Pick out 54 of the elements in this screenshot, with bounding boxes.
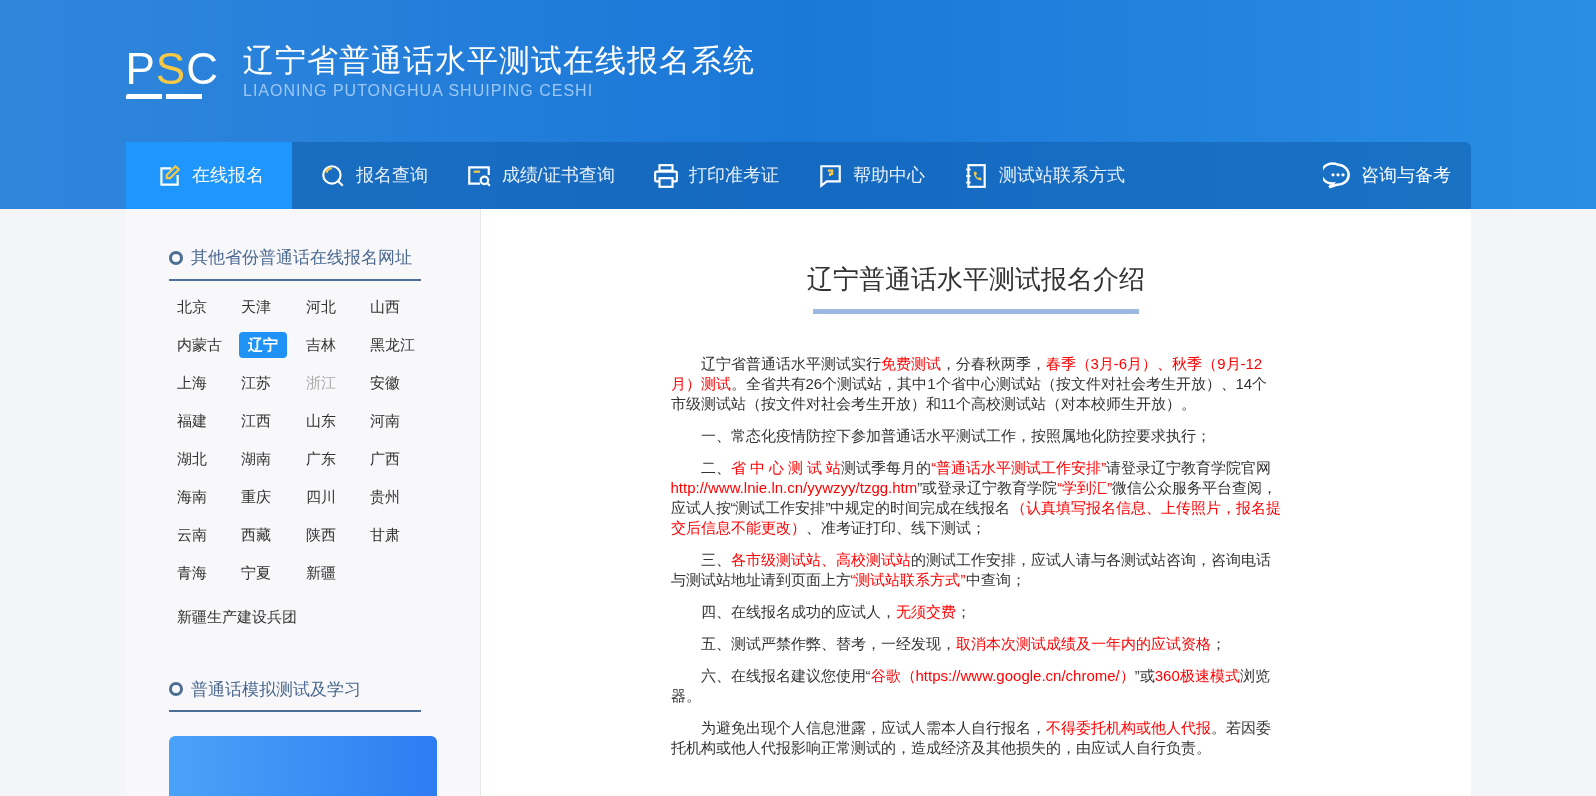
province-link[interactable]: 湖南 <box>239 445 273 472</box>
province-link[interactable]: 天津 <box>239 293 273 320</box>
province-link[interactable]: 吉林 <box>303 331 338 358</box>
province-link[interactable]: 新疆生产建设兵团 <box>176 605 297 628</box>
province-link[interactable]: 广东 <box>303 445 338 472</box>
province-link[interactable]: 四川 <box>303 483 338 510</box>
province-link[interactable]: 河南 <box>368 407 402 434</box>
article-paragraph: 为避免出现个人信息泄露，应试人需本人自行报名，不得委托机构或他人代报。若因委托机构或他人代报影响正常测试的，造成经济及其他损失的，由应试人自行负责。 <box>670 718 1272 758</box>
article-paragraph: 辽宁省普通话水平测试实行免费测试，分春秋两季，春季（3月-6月）、秋季（9月-12月）测试。全省共有26个测试站，其中1个省中心测试站（按文件对社会考生开放）、14个市级测试站（按文件对社会考生开放）和11个高校测试站（对本校师生开放）。 <box>670 354 1269 414</box>
province-link[interactable]: 甘肃 <box>368 521 402 548</box>
promo-banner[interactable] <box>168 736 437 796</box>
nav-tab[interactable]: 报名查询 <box>291 142 438 209</box>
province-link[interactable]: 福建 <box>174 407 209 434</box>
province-link[interactable]: 陕西 <box>303 521 338 548</box>
province-link[interactable]: 北京 <box>174 293 209 320</box>
province-link[interactable]: 江西 <box>239 407 273 434</box>
article-paragraph: 一、常态化疫情防控下参加普通话水平测试工作，按照属地化防控要求执行； <box>699 426 1212 446</box>
province-link[interactable]: 湖北 <box>174 445 209 472</box>
search-icon <box>319 162 346 189</box>
nav-tab[interactable]: 帮助中心 <box>788 142 935 209</box>
province-link[interactable]: 贵州 <box>368 483 402 510</box>
printer-icon <box>652 162 679 189</box>
province-link[interactable]: 山东 <box>303 407 338 434</box>
province-link[interactable]: 山西 <box>368 293 402 320</box>
province-link[interactable]: 云南 <box>174 521 209 548</box>
section-heading: 普通话模拟测试及学习 <box>190 678 361 701</box>
province-link[interactable]: 河北 <box>303 293 338 320</box>
article-paragraph: 三、各市级测试站、高校测试站的测试工作安排，应试人请与各测试站咨询，咨询电话与测试站地址请到页面上方“测试站联系方式”中查询； <box>670 550 1272 590</box>
nav-tab[interactable]: 打印准考证 <box>624 142 789 209</box>
section-heading: 其他省份普通话在线报名网址 <box>190 247 412 269</box>
psc-logo: PSC <box>125 47 219 99</box>
province-link[interactable]: 重庆 <box>239 483 273 510</box>
chat-icon <box>1322 160 1353 191</box>
article-paragraph: 二、省 中 心 测 试 站测试季每月的“普通话水平测试工作安排”请登录辽宁教育学院官网 http://www.lnie.ln.cn/yywzyy/tzgg.htm”或登录辽宁教育学院“学到汇”微信公众服务平台查阅，应试人按“测试工作安排”中规定的时间完成在线报名（认真填写报名信息、上传照片，报名提交后信息不能更改）、准考证打印、线下测试； <box>670 458 1281 538</box>
province-link[interactable]: 安徽 <box>368 369 402 396</box>
province-link[interactable]: 西藏 <box>239 521 273 548</box>
article-paragraph: 五、测试严禁作弊、替考，一经发现，取消本次测试成绩及一年内的应试资格； <box>699 634 1227 654</box>
article-paragraph: 六、在线报名建议您使用“谷歌（https://www.google.cn/chrome/）”或360极速模式浏览器。 <box>670 666 1271 706</box>
consult-link[interactable]: 咨询与备考 <box>1302 142 1471 209</box>
nav-tab[interactable]: 测试站联系方式 <box>934 142 1135 209</box>
province-link[interactable]: 黑龙江 <box>368 331 417 358</box>
province-link[interactable]: 宁夏 <box>239 559 273 586</box>
site-title: 辽宁省普通话水平测试在线报名系统 <box>243 42 755 80</box>
province-link[interactable]: 上海 <box>174 369 209 396</box>
province-link[interactable]: 海南 <box>174 483 209 510</box>
province-link[interactable]: 内蒙古 <box>174 331 224 358</box>
province-link[interactable]: 青海 <box>174 559 209 586</box>
province-link[interactable]: 新疆 <box>303 559 338 586</box>
article-title: 辽宁普通话水平测试报名介绍 <box>805 263 1146 296</box>
nav-tab[interactable]: 成绩/证书查询 <box>437 142 625 209</box>
province-link[interactable]: 广西 <box>368 445 402 472</box>
province-link[interactable]: 江苏 <box>239 369 273 396</box>
site-subtitle: LIAONING PUTONGHUA SHUIPING CESHI <box>243 81 595 101</box>
article-paragraph: 四、在线报名成功的应试人，无须交费； <box>699 602 972 622</box>
